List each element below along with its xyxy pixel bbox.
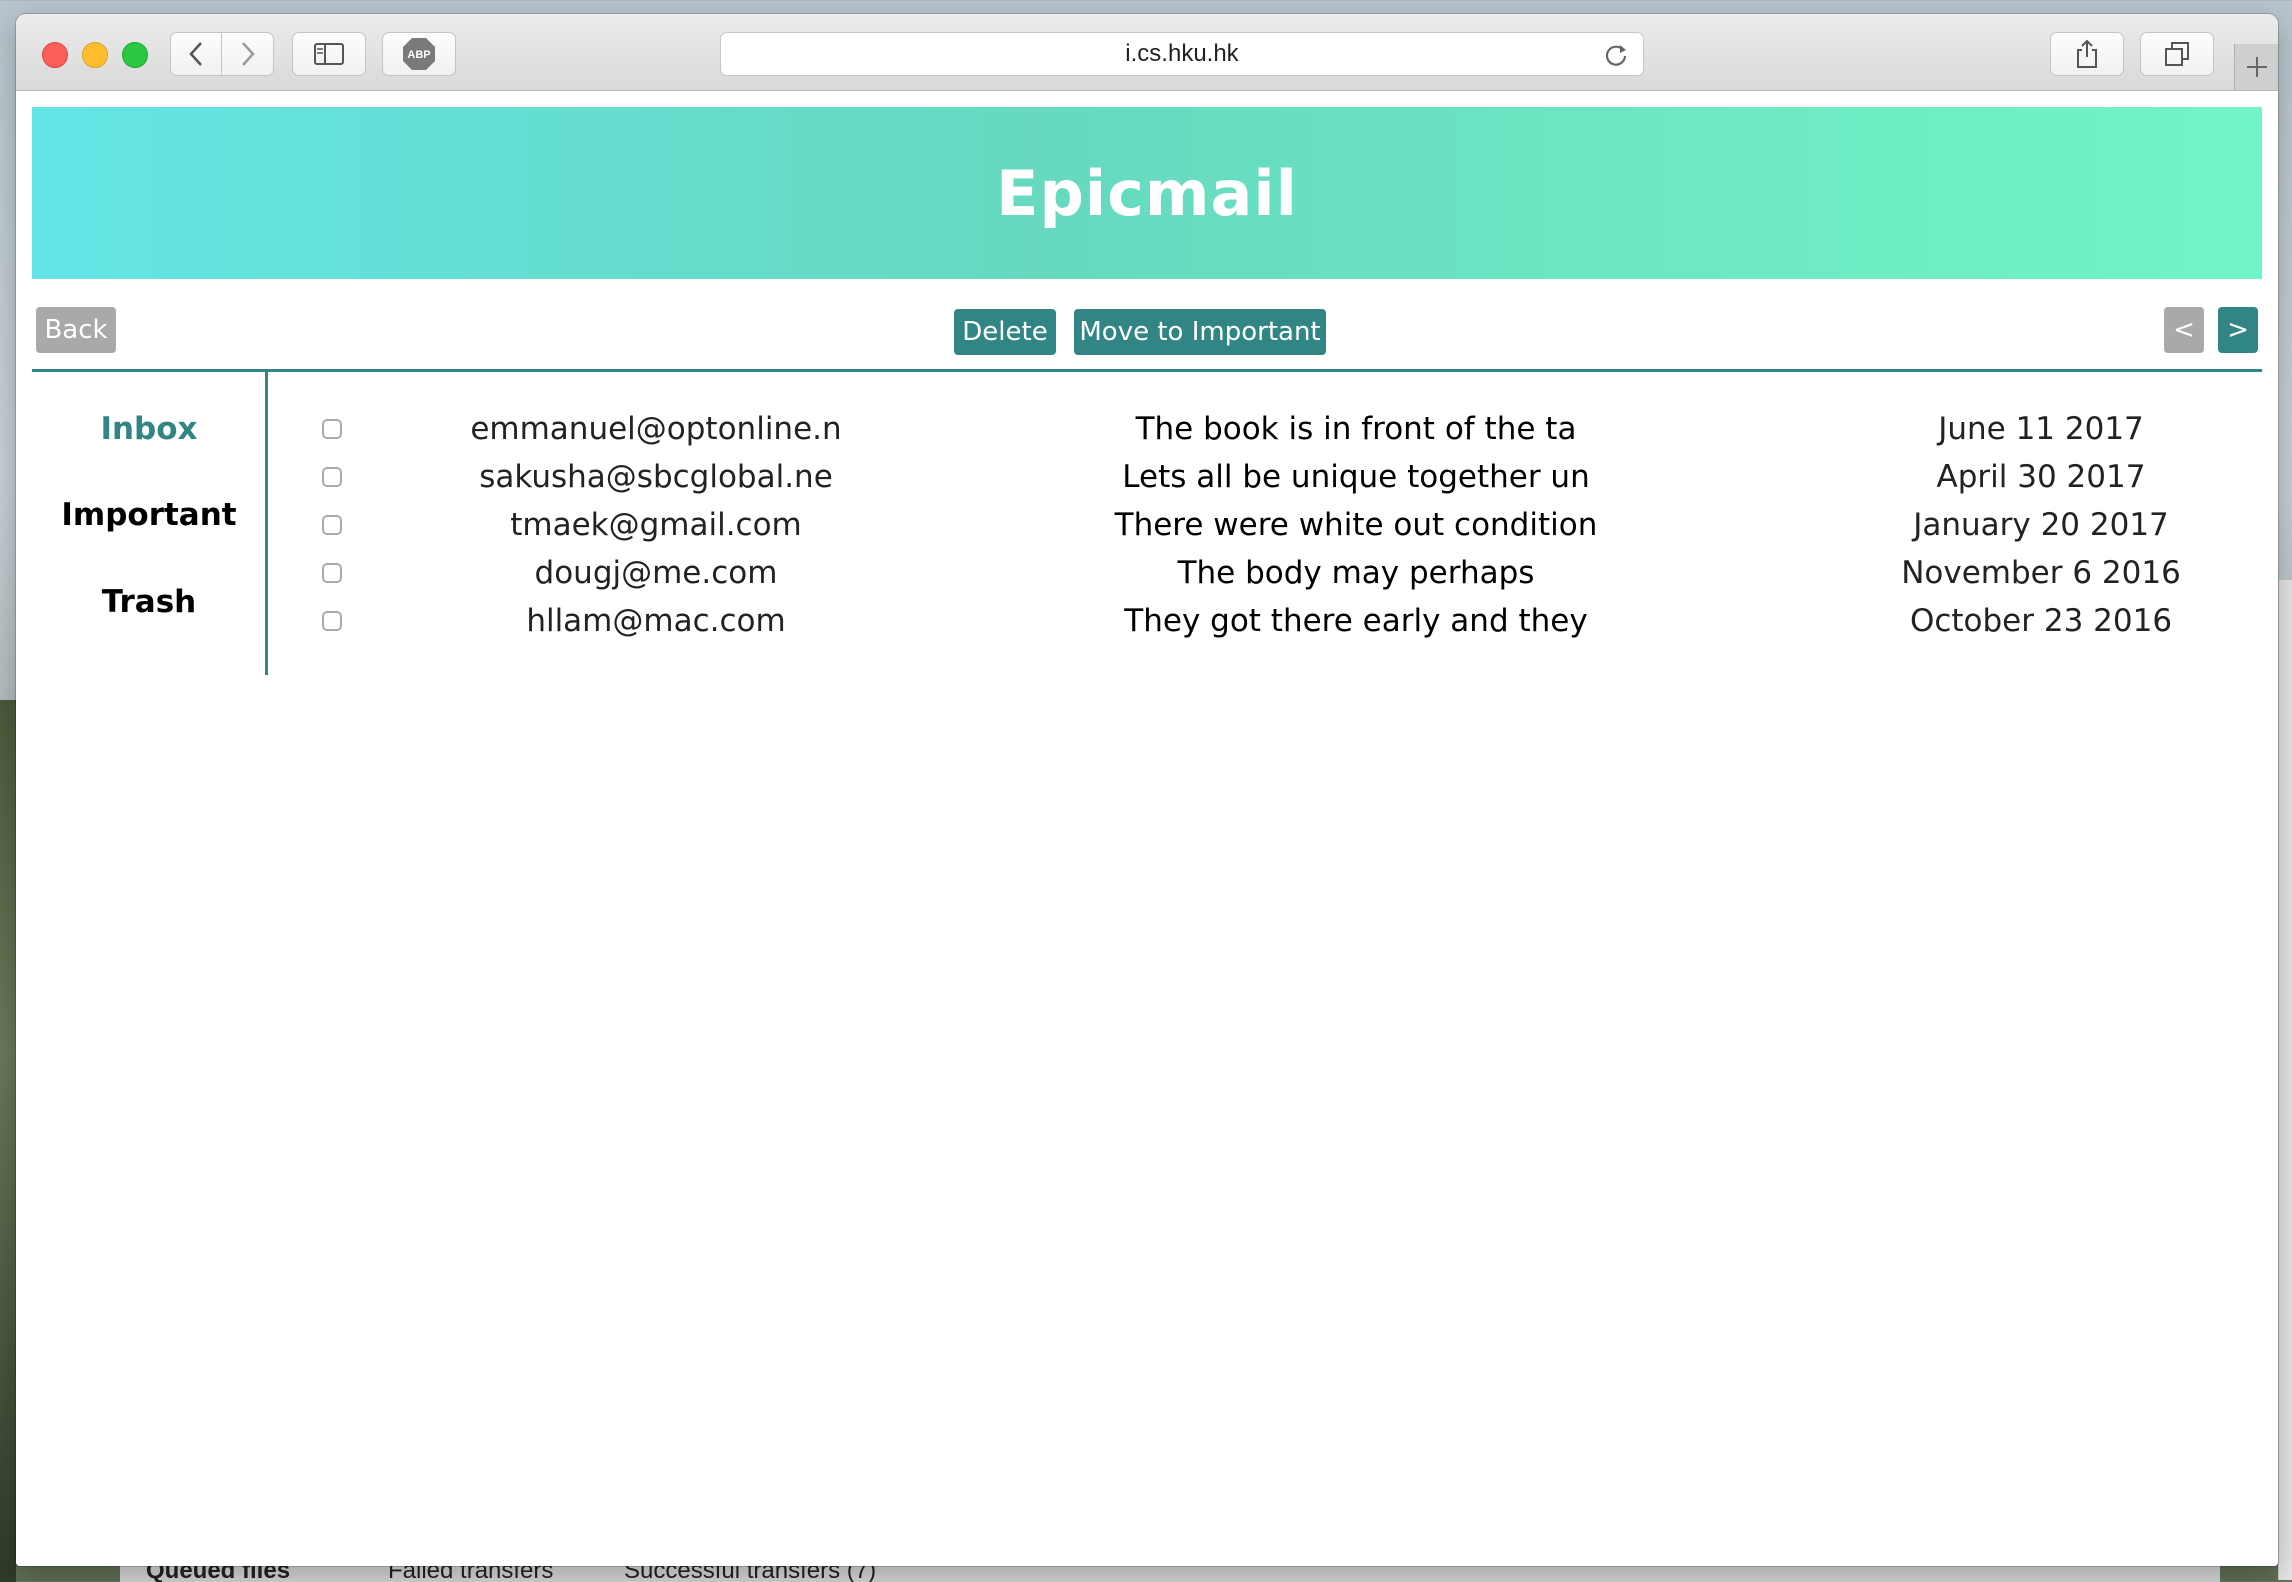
- email-checkbox[interactable]: [322, 419, 342, 439]
- chevron-right-icon: [241, 42, 255, 66]
- sidebar-icon: [314, 43, 344, 65]
- share-button[interactable]: [2050, 32, 2124, 76]
- reload-icon[interactable]: [1603, 42, 1629, 68]
- email-checkbox[interactable]: [322, 467, 342, 487]
- chevron-left-icon: [189, 42, 202, 66]
- next-page-button[interactable]: >: [2218, 307, 2258, 353]
- email-row[interactable]: sakusha@sbcglobal.ne Lets all be unique …: [306, 453, 2256, 501]
- email-date: April 30 2017: [1936, 459, 2146, 495]
- sidebar-toggle-button[interactable]: [292, 32, 366, 76]
- close-window-button[interactable]: [42, 42, 68, 68]
- email-subject: The book is in front of the ta: [1135, 411, 1577, 447]
- plus-icon: [2247, 57, 2267, 77]
- email-row[interactable]: dougj@me.com The body may perhaps Novemb…: [306, 549, 2256, 597]
- tabs-icon: [2165, 42, 2189, 66]
- app-title: Epicmail: [996, 156, 1298, 230]
- browser-toolbar: ABP i.cs.hku.hk: [16, 14, 2278, 91]
- email-sender: dougj@me.com: [534, 555, 778, 591]
- app-header: Epicmail: [32, 107, 2262, 279]
- email-subject: The body may perhaps: [1177, 555, 1535, 591]
- adblock-icon: ABP: [403, 38, 435, 70]
- email-subject: Lets all be unique together un: [1122, 459, 1590, 495]
- tab-overview-button[interactable]: [2140, 32, 2214, 76]
- email-subject: There were white out condition: [1114, 507, 1598, 543]
- email-sender: tmaek@gmail.com: [510, 507, 802, 543]
- move-to-important-button[interactable]: Move to Important: [1074, 309, 1326, 355]
- email-sender: emmanuel@optonline.n: [470, 411, 842, 447]
- page-content: Epicmail Back Delete Move to Important <…: [16, 91, 2278, 1566]
- share-icon: [2077, 39, 2097, 68]
- url-text: i.cs.hku.hk: [1125, 40, 1239, 67]
- desktop-background: [0, 700, 16, 1582]
- browser-forward-button[interactable]: [222, 32, 274, 76]
- email-sender: sakusha@sbcglobal.ne: [479, 459, 833, 495]
- email-checkbox[interactable]: [322, 611, 342, 631]
- email-date: January 20 2017: [1913, 507, 2169, 543]
- address-bar[interactable]: i.cs.hku.hk: [720, 32, 1644, 76]
- email-date: June 11 2017: [1938, 411, 2144, 447]
- previous-page-button[interactable]: <: [2164, 307, 2204, 353]
- email-date: November 6 2016: [1901, 555, 2181, 591]
- folder-important[interactable]: Important: [32, 497, 266, 533]
- email-checkbox[interactable]: [322, 563, 342, 583]
- adblock-button[interactable]: ABP: [382, 32, 456, 76]
- minimize-window-button[interactable]: [82, 42, 108, 68]
- email-subject: They got there early and they: [1124, 603, 1588, 639]
- email-row[interactable]: tmaek@gmail.com There were white out con…: [306, 501, 2256, 549]
- back-button[interactable]: Back: [36, 307, 116, 353]
- browser-back-button[interactable]: [170, 32, 222, 76]
- folder-trash[interactable]: Trash: [32, 584, 266, 620]
- zoom-window-button[interactable]: [122, 42, 148, 68]
- content-divider: [32, 369, 2262, 372]
- adblock-label: ABP: [407, 49, 430, 61]
- background-window-edge: [2278, 580, 2292, 1580]
- delete-button[interactable]: Delete: [954, 309, 1056, 355]
- new-tab-button[interactable]: [2234, 44, 2278, 90]
- email-row[interactable]: hllam@mac.com They got there early and t…: [306, 597, 2256, 645]
- browser-window: ABP i.cs.hku.hk Epicmail Back Delete Mov…: [16, 14, 2278, 1566]
- folder-inbox[interactable]: Inbox: [32, 411, 266, 447]
- email-checkbox[interactable]: [322, 515, 342, 535]
- email-sender: hllam@mac.com: [526, 603, 786, 639]
- email-row[interactable]: emmanuel@optonline.n The book is in fron…: [306, 405, 2256, 453]
- email-date: October 23 2016: [1909, 603, 2173, 639]
